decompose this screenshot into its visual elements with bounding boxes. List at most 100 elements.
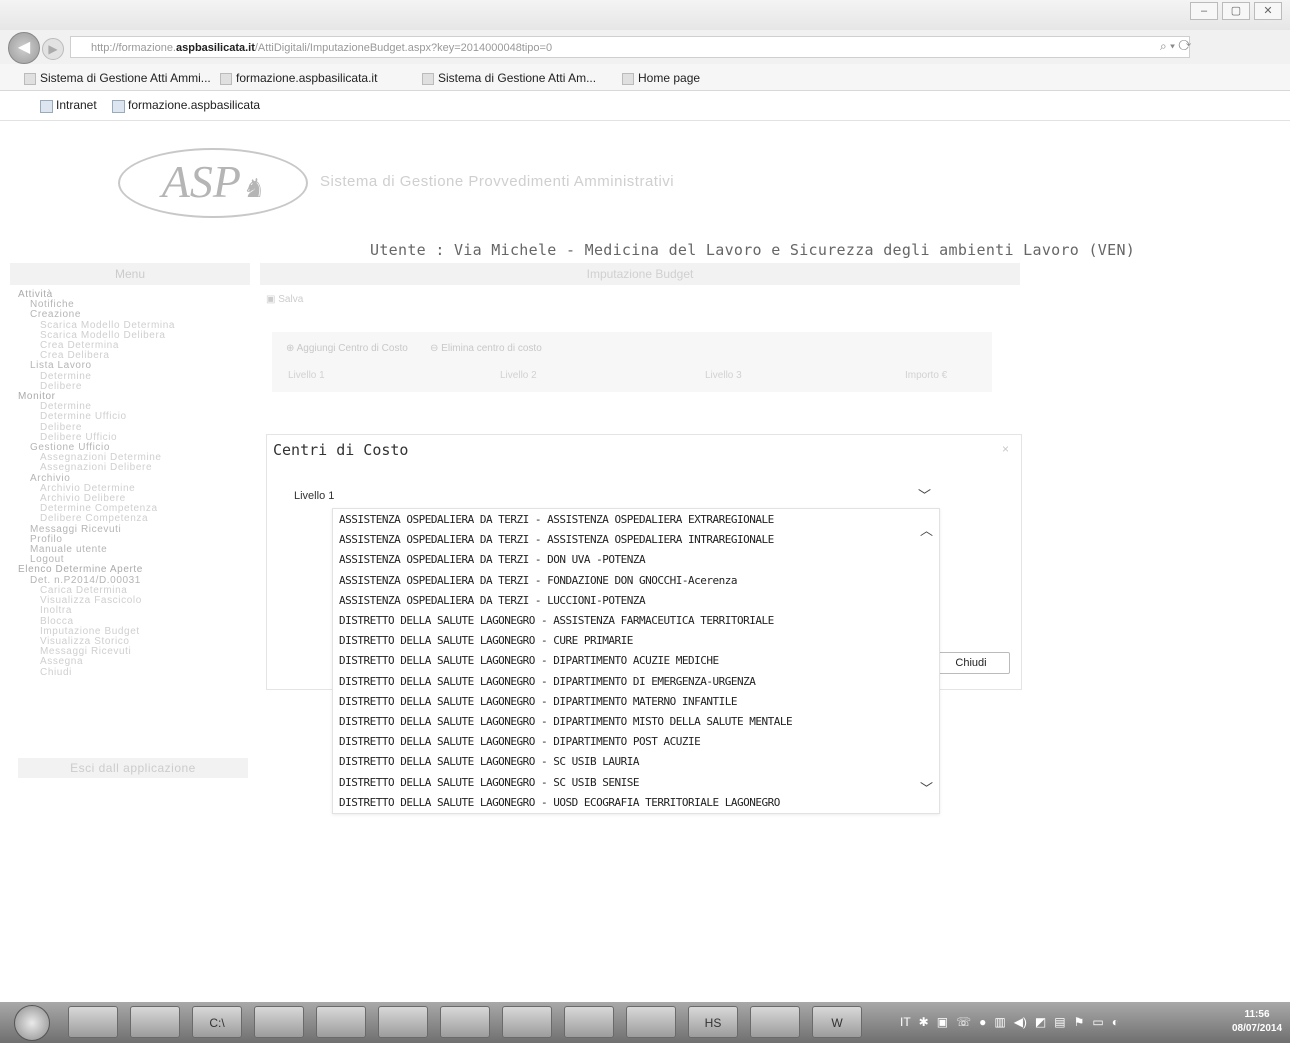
tray-app-icon[interactable]: ▣ [937,1015,948,1029]
tab-home-page[interactable]: Home page [620,68,700,88]
tray-app-icon[interactable]: ◐ [1112,1015,1119,1029]
back-button[interactable]: ◀ [8,32,40,64]
cost-center-option[interactable]: DISTRETTO DELLA SALUTE LAGONEGRO - DIPAR… [339,735,701,748]
clock-date: 08/07/2014 [1231,1023,1283,1034]
tab-formazione[interactable]: formazione.aspbasilicata.it [218,68,377,88]
cost-center-option[interactable]: ASSISTENZA OSPEDALIERA DA TERZI - DON UV… [339,553,646,566]
sidebar-menu: Attività Notifiche Creazione Scarica Modell… [18,289,248,678]
page-icon [622,73,634,85]
cost-center-option[interactable]: ASSISTENZA OSPEDALIERA DA TERZI - LUCCIO… [339,594,646,607]
cost-center-option[interactable]: DISTRETTO DELLA SALUTE LAGONEGRO - CURE … [339,634,633,647]
dialog-close-icon[interactable]: × [1002,442,1009,456]
exit-app-link[interactable]: Esci dall applicazione [18,758,248,778]
settings-icon[interactable] [626,1006,676,1038]
forward-button[interactable]: ▶ [42,38,64,60]
cost-center-option[interactable]: ASSISTENZA OSPEDALIERA DA TERZI - ASSIST… [339,533,774,546]
menu-header: Menu [10,263,250,285]
sidebar-item[interactable]: Inoltra [18,606,248,616]
taskbar-clock[interactable]: 11:56 08/07/2014 [1228,1008,1286,1036]
tab-label: formazione.aspbasilicata.it [236,71,378,85]
user-info: Utente : Via Michele - Medicina del Lavo… [370,241,1136,259]
page-icon [220,73,232,85]
cmd-icon[interactable]: C:\ [192,1006,242,1038]
url-prefix: http://formazione. [91,42,176,54]
network-icon[interactable] [502,1006,552,1038]
search-icon[interactable]: ⌕ ▾ ⟳ [1160,39,1191,54]
chrome-icon[interactable] [130,1006,180,1038]
explorer-icon[interactable] [254,1006,304,1038]
language-indicator[interactable]: IT [900,1015,911,1029]
url-path: /AttiDigitali/ImputazioneBudget.aspx?key… [254,42,553,54]
tab-label: Sistema di Gestione Atti Am... [438,71,597,85]
page-icon [422,73,434,85]
bookmark-icon [40,100,53,113]
start-button[interactable] [14,1005,50,1041]
network-icon[interactable]: ▥ [994,1015,1005,1029]
livello-1-options-list: ASSISTENZA OSPEDALIERA DA TERZI - ASSIST… [332,508,940,814]
forward-arrow-icon: ▶ [48,42,58,56]
hs-icon[interactable]: HS [688,1006,738,1038]
delete-cost-center-button[interactable]: ⊖ Elimina centro di costo [430,343,542,354]
flag-icon[interactable]: ⚑ [1074,1015,1085,1029]
dialog-title: Centri di Costo [273,441,409,459]
tab-label: Home page [638,71,701,85]
tray-app-icon[interactable]: ▤ [1054,1015,1065,1029]
section-header: Imputazione Budget [260,263,1020,285]
add-cost-center-button[interactable]: ⊕ Aggiungi Centro di Costo [286,343,408,354]
tray-app-icon[interactable]: ☏ [956,1015,971,1029]
window-titlebar [0,0,1290,30]
cost-center-option[interactable]: DISTRETTO DELLA SALUTE LAGONEGRO - SC US… [339,776,640,789]
maximize-button[interactable]: ▢ [1222,2,1250,20]
favorite-intranet[interactable]: Intranet [40,98,97,113]
address-bar[interactable]: http://formazione.aspbasilicata.it/AttiD… [70,36,1190,58]
cost-center-option[interactable]: DISTRETTO DELLA SALUTE LAGONEGRO - SC US… [339,755,640,768]
save-button[interactable]: ▣ Salva [266,294,303,305]
cost-center-panel [272,332,992,392]
column-header-livello-2: Livello 2 [500,370,537,381]
add-icon: ⊕ [286,343,297,354]
cost-center-option[interactable]: DISTRETTO DELLA SALUTE LAGONEGRO - UOSD … [339,796,780,809]
cost-center-option[interactable]: ASSISTENZA OSPEDALIERA DA TERZI - FONDAZ… [339,574,737,587]
tools-icon[interactable] [564,1006,614,1038]
favorite-formazione[interactable]: formazione.aspbasilicata [112,98,260,113]
cost-center-option[interactable]: DISTRETTO DELLA SALUTE LAGONEGRO - DIPAR… [339,715,793,728]
cost-center-option[interactable]: DISTRETTO DELLA SALUTE LAGONEGRO - DIPAR… [339,695,737,708]
tab-sistema-gestione-1[interactable]: Sistema di Gestione Atti Ammi... [22,68,211,88]
app-icon[interactable] [378,1006,428,1038]
sidebar-item[interactable]: Assegna [18,657,248,667]
tab-sistema-gestione-2[interactable]: Sistema di Gestione Atti Am... [420,68,596,88]
window-controls: – ▢ ✕ [1190,2,1282,20]
cost-center-option[interactable]: ASSISTENZA OSPEDALIERA DA TERZI - ASSIST… [339,513,774,526]
close-window-button[interactable]: ✕ [1254,2,1282,20]
app-icon[interactable] [316,1006,366,1038]
column-header-livello-1: Livello 1 [288,370,325,381]
system-tray: IT ✱ ▣ ☏ ● ▥ ◀) ◩ ▤ ⚑ ▭ ◐ [900,1006,1216,1038]
cost-center-option[interactable]: DISTRETTO DELLA SALUTE LAGONEGRO - DIPAR… [339,675,756,688]
volume-icon[interactable]: ◀) [1014,1015,1027,1029]
chevron-down-icon[interactable]: ﹀ [918,485,931,504]
tab-label: Sistema di Gestione Atti Ammi... [40,71,211,85]
cost-center-option[interactable]: DISTRETTO DELLA SALUTE LAGONEGRO - DIPAR… [339,654,719,667]
word-icon[interactable]: W [812,1006,862,1038]
column-header-livello-3: Livello 3 [705,370,742,381]
tray-app-icon[interactable]: ▭ [1092,1015,1103,1029]
livello-1-label: Livello 1 [294,490,335,502]
app-icon[interactable] [440,1006,490,1038]
bookmark-icon [112,100,125,113]
cost-center-option[interactable]: DISTRETTO DELLA SALUTE LAGONEGRO - ASSIS… [339,614,774,627]
asp-logo: ASP♞ [118,148,308,218]
url-domain: aspbasilicata.it [176,42,255,54]
tray-app-icon[interactable]: ✱ [919,1015,929,1029]
sidebar-item[interactable]: Chiudi [18,667,248,678]
tray-app-icon[interactable]: ◩ [1035,1015,1046,1029]
clock-time: 11:56 [1244,1009,1270,1020]
app-icon[interactable] [750,1006,800,1038]
chiudi-button[interactable]: Chiudi [932,652,1010,674]
tray-app-icon[interactable]: ● [979,1015,986,1029]
minimize-button[interactable]: – [1190,2,1218,20]
scroll-down-chevron-icon[interactable]: ﹀ [920,778,933,797]
scroll-up-chevron-icon[interactable]: ︿ [920,520,933,539]
firefox-icon[interactable] [68,1006,118,1038]
column-header-importo: Importo € [905,370,948,381]
livello-1-select[interactable] [332,484,938,506]
